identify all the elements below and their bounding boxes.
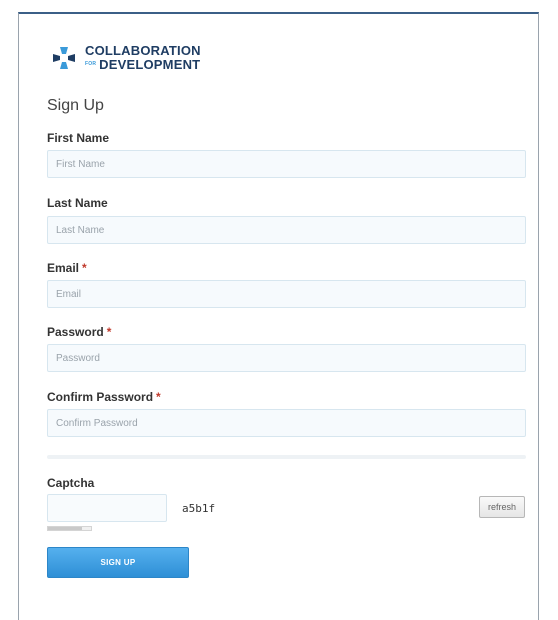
first-name-label-text: First Name (47, 131, 110, 145)
first-name-input[interactable] (47, 150, 526, 178)
brand-line-1: COLLABORATION (85, 43, 201, 58)
signup-panel: COLLABORATION FOR DEVELOPMENT Sign Up Fi… (18, 12, 539, 620)
email-label: Email * (47, 261, 87, 275)
captcha-input[interactable] (47, 494, 167, 522)
sign-up-button[interactable]: SIGN UP (47, 547, 189, 578)
last-name-label: Last Name (47, 196, 108, 210)
password-input[interactable] (47, 344, 526, 372)
password-label: Password * (47, 325, 111, 339)
captcha-code: a5b1f (182, 502, 216, 515)
first-name-label: First Name (47, 131, 109, 145)
captcha-progress-bar (47, 526, 92, 531)
email-label-text: Email (47, 261, 80, 275)
page-title: Sign Up (47, 97, 104, 114)
captcha-progress-fill (48, 527, 83, 530)
brand-line-2: DEVELOPMENT (99, 57, 201, 72)
required-marker: * (106, 325, 112, 339)
captcha-refresh-button[interactable]: refresh (479, 496, 525, 518)
collaboration-logo-icon (51, 45, 77, 71)
confirm-password-label-text: Confirm Password (47, 390, 154, 404)
confirm-password-input[interactable] (47, 409, 526, 437)
captcha-label: Captcha (47, 476, 95, 490)
brand-logo: COLLABORATION FOR DEVELOPMENT (51, 44, 201, 71)
brand-for: FOR (85, 61, 97, 67)
last-name-input[interactable] (47, 216, 526, 244)
last-name-label-text: Last Name (47, 196, 108, 210)
confirm-password-label: Confirm Password * (47, 390, 161, 404)
password-label-text: Password (47, 325, 104, 339)
required-marker: * (82, 261, 87, 275)
brand-wordmark: COLLABORATION FOR DEVELOPMENT (85, 44, 201, 71)
divider (47, 455, 526, 459)
email-input[interactable] (47, 280, 526, 308)
required-marker: * (156, 390, 161, 404)
brand-line-2-row: FOR DEVELOPMENT (85, 58, 201, 71)
